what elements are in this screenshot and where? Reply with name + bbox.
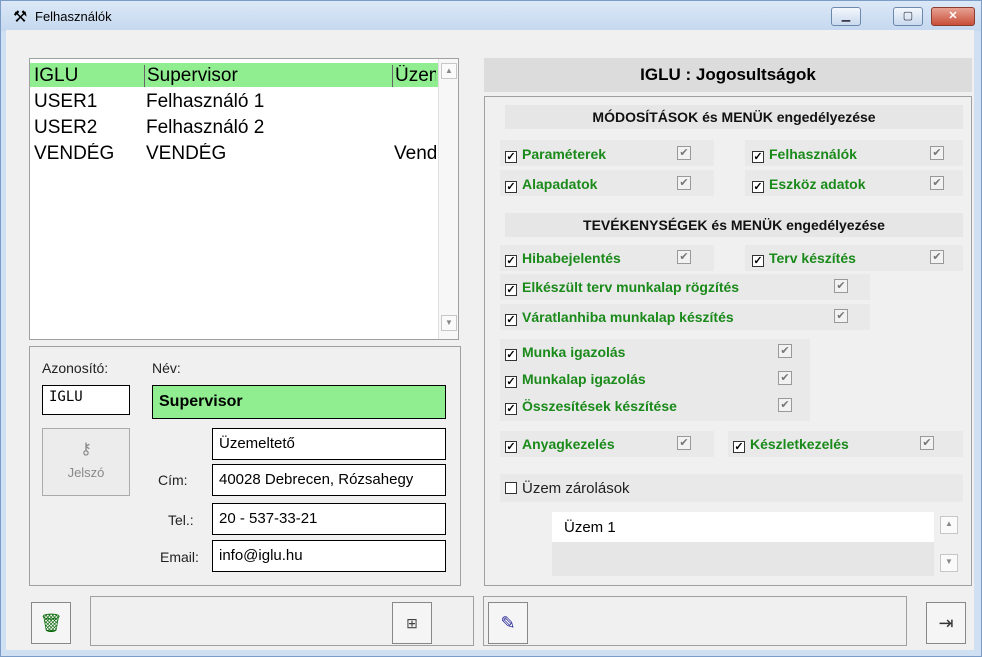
close-button[interactable]: ✕ (931, 7, 975, 26)
perm-plan[interactable]: ✓ Terv készítés (752, 250, 856, 267)
name-field[interactable]: Supervisor (152, 385, 446, 419)
perm-summaries-mark: ✔ (778, 398, 792, 412)
perm-work-verification-mark: ✔ (778, 344, 792, 358)
perm-summaries[interactable]: ✓ Összesítések készítése (505, 398, 677, 415)
perm-stock-handling-mark: ✔ (920, 436, 934, 450)
password-button[interactable]: ⚷ Jelszó (42, 428, 130, 496)
perm-users-mark: ✔ (930, 146, 944, 160)
section-modifications: MÓDOSÍTÁSOK és MENÜK engedélyezése (505, 105, 963, 129)
key-icon: ⚷ (80, 441, 92, 458)
scroll-up-arrow[interactable]: ▲ (441, 63, 457, 79)
perm-base-data-mark: ✔ (677, 176, 691, 190)
password-button-label: Jelszó (67, 465, 105, 480)
id-label: Azonosító: (42, 360, 109, 376)
perm-parameters[interactable]: ✓ Paraméterek (505, 146, 606, 163)
scroll-down-arrow[interactable]: ▼ (441, 315, 457, 331)
permissions-header: IGLU : Jogosultságok (484, 58, 972, 92)
new-document-icon[interactable]: ⊞ (392, 602, 432, 644)
row-id: USER2 (34, 117, 98, 138)
tools-icon: ⚒ (13, 9, 28, 26)
row-id: USER1 (34, 91, 98, 112)
email-field[interactable]: info@iglu.hu (212, 540, 446, 572)
perm-work-verification[interactable]: ✓ Munka igazolás (505, 344, 625, 361)
perm-fault-report[interactable]: ✓ Hibabejelentés (505, 250, 621, 267)
table-row[interactable]: USER1 Felhasználó 1 (30, 89, 438, 113)
perm-parameters-mark: ✔ (677, 146, 691, 160)
perm-material-handling-mark: ✔ (677, 436, 691, 450)
title-bar[interactable]: ⚒ Felhasználók ▁ ▢ ✕ (1, 1, 981, 31)
plant-scroll-up[interactable]: ▲ (940, 516, 958, 534)
row-extra: Üzemeltető (392, 65, 436, 87)
trash-icon[interactable]: 🗑 (31, 602, 71, 644)
row-name: VENDÉG (146, 143, 227, 164)
user-list[interactable]: IGLU Supervisor Üzemeltető USER1 Felhasz… (29, 58, 459, 340)
window-title: Felhasználók (35, 9, 112, 24)
name-label: Név: (152, 360, 181, 376)
edit-list-icon[interactable]: ✎ (488, 602, 528, 644)
perm-users[interactable]: ✓ Felhasználók (752, 146, 857, 163)
perm-unexpected-fault[interactable]: ✓ Váratlanhiba munkalap készítés (505, 309, 734, 326)
perm-unexpected-fault-mark: ✔ (834, 309, 848, 323)
plant-scroll-down[interactable]: ▼ (940, 554, 958, 572)
table-row[interactable]: IGLU Supervisor Üzemeltető (30, 63, 438, 87)
organization-field[interactable]: Üzemeltető (212, 428, 446, 460)
perm-plan-mark: ✔ (930, 250, 944, 264)
perm-worksheet-verification[interactable]: ✓ Munkalap igazolás (505, 371, 646, 388)
row-name: Felhasználó 2 (146, 117, 265, 138)
bottom-toolbar-right (483, 596, 907, 646)
row-name: Supervisor (144, 65, 392, 87)
perm-stock-handling[interactable]: ✓ Készletkezelés (733, 436, 849, 453)
perm-completed-plan[interactable]: ✓ Elkészült terv munkalap rögzítés (505, 279, 739, 296)
perm-worksheet-verification-mark: ✔ (778, 371, 792, 385)
table-row[interactable]: USER2 Felhasználó 2 (30, 115, 438, 139)
list-item[interactable]: Üzem 1 (552, 512, 934, 542)
plant-locks-checkbox[interactable]: Üzem zárolások (505, 480, 630, 497)
perm-fault-report-mark: ✔ (677, 250, 691, 264)
minimize-button[interactable]: ▁ (831, 7, 861, 26)
phone-field[interactable]: 20 - 537-33-21 (212, 503, 446, 535)
perm-device-data[interactable]: ✓ Eszköz adatok (752, 176, 865, 193)
perm-completed-plan-mark: ✔ (834, 279, 848, 293)
maximize-button[interactable]: ▢ (893, 7, 923, 26)
phone-label: Tel.: (168, 512, 194, 528)
row-id: VENDÉG (34, 143, 115, 164)
address-field[interactable]: 40028 Debrecen, Rózsahegy (212, 464, 446, 496)
row-extra: Vendég (394, 143, 436, 164)
row-id: IGLU (34, 65, 79, 86)
address-label: Cím: (158, 472, 188, 488)
exit-door-icon[interactable]: ⇥ (926, 602, 966, 644)
table-row[interactable]: VENDÉG VENDÉG Vendég (30, 141, 438, 165)
list-scrollbar[interactable]: ▲ ▼ (438, 59, 458, 339)
perm-material-handling[interactable]: ✓ Anyagkezelés (505, 436, 615, 453)
perm-device-data-mark: ✔ (930, 176, 944, 190)
section-activities: TEVÉKENYSÉGEK és MENÜK engedélyezése (505, 213, 963, 237)
perm-base-data[interactable]: ✓ Alapadatok (505, 176, 597, 193)
id-field[interactable]: IGLU (42, 385, 130, 415)
email-label: Email: (160, 549, 199, 565)
plant-list[interactable]: Üzem 1 (552, 512, 934, 576)
row-name: Felhasználó 1 (146, 91, 265, 112)
